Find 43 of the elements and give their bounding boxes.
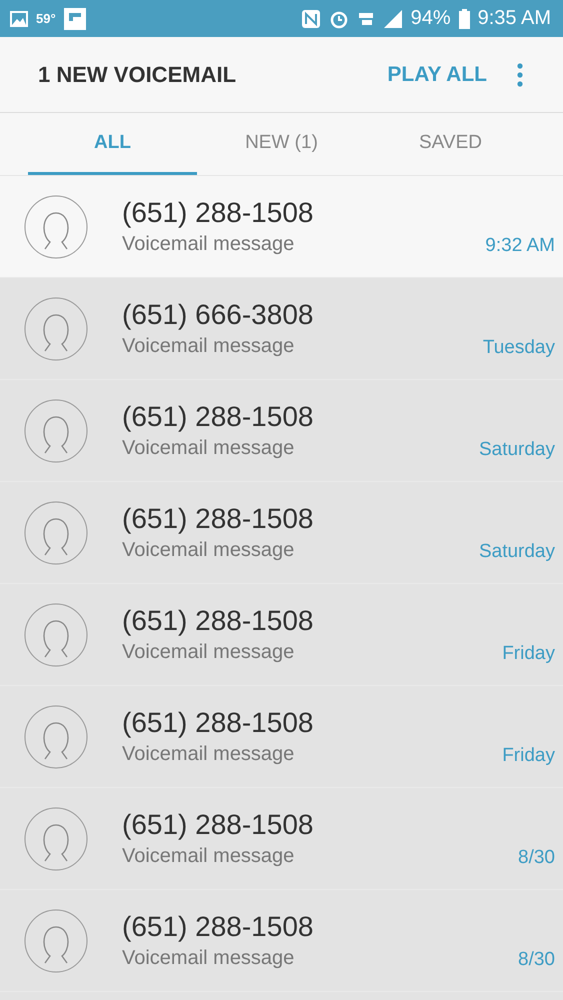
message-label: Voicemail message [122, 335, 296, 358]
battery-icon [458, 8, 470, 28]
message-label: Voicemail message [122, 233, 296, 256]
message-label: Voicemail message [122, 437, 296, 460]
message-time: 8/30 [518, 847, 555, 869]
contact-avatar-icon [24, 296, 88, 360]
message-time: Saturday [478, 439, 555, 461]
message-time: Friday [502, 745, 555, 767]
message-label: Voicemail message [122, 641, 296, 664]
phone-number: (651) 288-1508 [122, 809, 314, 841]
gallery-icon [10, 10, 28, 26]
message-label: Voicemail message [122, 845, 296, 868]
message-time: 9:32 AM [485, 235, 555, 257]
phone-number: (651) 288-1508 [122, 503, 314, 535]
signal-icon [382, 10, 403, 28]
phone-number: (651) 666-3808 [122, 299, 314, 331]
contact-avatar-icon [24, 194, 88, 258]
temperature-text: 59° [36, 11, 56, 26]
message-time: Friday [502, 643, 555, 665]
message-label: Voicemail message [122, 947, 296, 970]
phone-number: (651) 288-1508 [122, 401, 314, 433]
contact-avatar-icon [24, 602, 88, 666]
contact-avatar-icon [24, 704, 88, 768]
phone-number: (651) 288-1508 [122, 197, 314, 229]
phone-number: (651) 288-1508 [122, 605, 314, 637]
more-options-icon[interactable] [517, 62, 523, 86]
message-time: 8/30 [518, 949, 555, 971]
clock: 9:35 AM [478, 7, 551, 30]
screen-title: 1 NEW VOICEMAIL [38, 62, 238, 88]
contact-avatar-icon [24, 500, 88, 564]
nfc-icon [300, 8, 321, 28]
contact-avatar-icon [24, 398, 88, 462]
message-label: Voicemail message [122, 539, 296, 562]
contact-avatar-icon [24, 908, 88, 972]
phone-number: (651) 288-1508 [122, 911, 314, 943]
message-label: Voicemail message [122, 743, 296, 766]
contact-avatar-icon [24, 806, 88, 870]
battery-percent: 94% [410, 7, 451, 30]
app-icon [64, 8, 86, 30]
message-time: Saturday [478, 541, 555, 563]
voicemail-row[interactable]: (651) 288-1508 Voicemail message 9:32 AM [0, 176, 563, 278]
phone-number: (651) 288-1508 [122, 707, 314, 739]
message-time: Tuesday [482, 337, 555, 359]
